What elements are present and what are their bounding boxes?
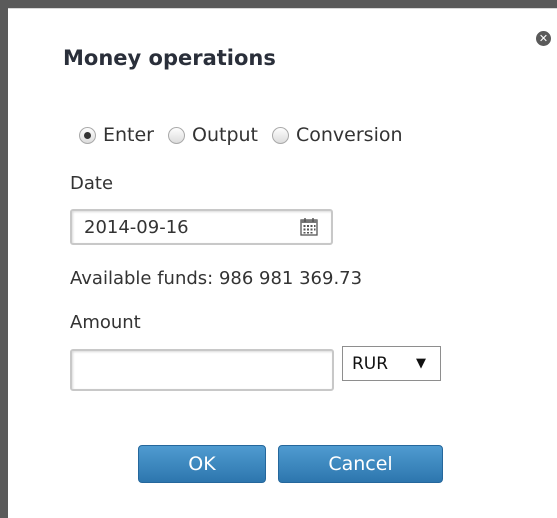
date-label: Date (70, 173, 114, 194)
radio-option-output[interactable]: Output (168, 124, 258, 146)
radio-option-enter[interactable]: Enter (79, 124, 154, 146)
calendar-icon[interactable] (299, 217, 319, 237)
available-funds-text: Available funds: 986 981 369.73 (70, 268, 363, 289)
currency-select[interactable]: RUR ▼ (342, 346, 441, 381)
dialog-title: Money operations (63, 46, 276, 70)
radio-label-conversion: Conversion (296, 124, 403, 146)
radio-label-enter: Enter (103, 124, 154, 146)
ok-button[interactable]: OK (138, 445, 266, 483)
close-icon[interactable]: ✕ (536, 31, 551, 46)
amount-input[interactable] (70, 349, 334, 391)
date-value[interactable]: 2014-09-16 (84, 217, 189, 239)
radio-button-conversion[interactable] (272, 126, 289, 144)
money-operations-dialog: Money operations ✕ Enter Output Conversi… (8, 8, 557, 518)
radio-option-conversion[interactable]: Conversion (272, 124, 403, 146)
radio-button-output[interactable] (168, 126, 185, 144)
operation-type-radio-group: Enter Output Conversion (79, 122, 417, 148)
cancel-button[interactable]: Cancel (278, 445, 443, 483)
amount-label: Amount (70, 312, 141, 333)
currency-selected-value: RUR (352, 353, 389, 374)
dropdown-arrow-icon: ▼ (416, 356, 426, 371)
date-field[interactable]: 2014-09-16 (70, 209, 333, 245)
radio-label-output: Output (192, 124, 258, 146)
radio-button-enter[interactable] (79, 126, 96, 144)
